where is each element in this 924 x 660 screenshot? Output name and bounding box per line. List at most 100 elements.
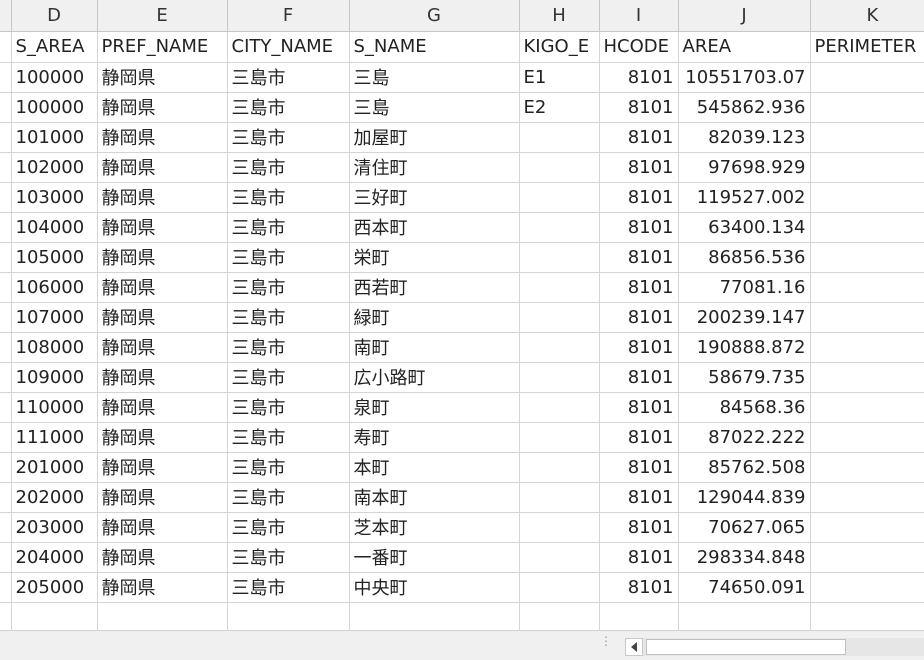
cell[interactable]: 8101 — [599, 62, 679, 93]
cell[interactable] — [349, 602, 520, 630]
cell[interactable]: 74650.091 — [678, 572, 811, 603]
cell[interactable]: 三島市 — [227, 302, 350, 333]
cell[interactable]: 119527.002 — [678, 182, 811, 213]
cell[interactable]: 三好町 — [349, 182, 520, 213]
cell[interactable] — [519, 542, 600, 573]
cell[interactable]: 106000 — [11, 272, 98, 303]
cell[interactable]: 清住町 — [349, 152, 520, 183]
cell[interactable]: 1031.894 — [810, 212, 924, 243]
cell[interactable]: 一番町 — [349, 542, 520, 573]
cell[interactable]: 8101 — [599, 302, 679, 333]
cell[interactable] — [519, 302, 600, 333]
cell[interactable]: 202000 — [11, 482, 98, 513]
cell[interactable]: 静岡県 — [97, 542, 228, 573]
cell[interactable]: 三島市 — [227, 242, 350, 273]
scrollbar-thumb[interactable] — [646, 639, 846, 655]
cell[interactable]: 84568.36 — [678, 392, 811, 423]
cell[interactable] — [519, 332, 600, 363]
cell[interactable]: 緑町 — [349, 302, 520, 333]
cell[interactable]: 103000 — [11, 182, 98, 213]
column-header-f[interactable]: F — [227, 0, 350, 32]
cell-table[interactable]: D E F G H I J K S_AREA PREF_NAME CITY_NA… — [0, 0, 924, 630]
cell[interactable]: 8101 — [599, 452, 679, 483]
cell[interactable] — [519, 212, 600, 243]
cell[interactable]: S_NAME — [349, 31, 520, 63]
cell[interactable]: 静岡県 — [97, 392, 228, 423]
cell[interactable]: 1894.902 — [810, 332, 924, 363]
cell[interactable] — [519, 362, 600, 393]
cell[interactable]: 8101 — [599, 542, 679, 573]
column-header-h[interactable]: H — [519, 0, 600, 32]
cell[interactable]: 58679.735 — [678, 362, 811, 393]
cell[interactable]: 8101 — [599, 482, 679, 513]
column-header-e[interactable]: E — [97, 0, 228, 32]
cell[interactable]: 201000 — [11, 452, 98, 483]
column-header-k[interactable]: K — [810, 0, 924, 32]
cell[interactable]: 栄町 — [349, 242, 520, 273]
cell[interactable]: 1286.043 — [810, 152, 924, 183]
cell[interactable] — [519, 422, 600, 453]
cell[interactable]: 芝本町 — [349, 512, 520, 543]
cell[interactable]: 静岡県 — [97, 452, 228, 483]
cell[interactable]: 110000 — [11, 392, 98, 423]
cell[interactable]: 三島市 — [227, 542, 350, 573]
cell[interactable]: 南本町 — [349, 482, 520, 513]
cell[interactable]: 静岡県 — [97, 152, 228, 183]
cell[interactable]: 中央町 — [349, 572, 520, 603]
cell[interactable] — [519, 272, 600, 303]
cell[interactable]: E1 — [519, 62, 600, 93]
cell[interactable]: 205000 — [11, 572, 98, 603]
cell[interactable]: 8101 — [599, 392, 679, 423]
cell[interactable]: KIGO_E — [519, 31, 600, 63]
cell[interactable]: 8101 — [599, 242, 679, 273]
cell[interactable]: 1289.984 — [810, 392, 924, 423]
cell[interactable]: 87022.222 — [678, 422, 811, 453]
cell[interactable]: 静岡県 — [97, 302, 228, 333]
cell[interactable]: 静岡県 — [97, 362, 228, 393]
cell[interactable]: 西本町 — [349, 212, 520, 243]
cell[interactable]: 104000 — [11, 212, 98, 243]
cell[interactable]: 77081.16 — [678, 272, 811, 303]
cell[interactable] — [519, 242, 600, 273]
cell[interactable]: 63400.134 — [678, 212, 811, 243]
column-header-j[interactable]: J — [678, 0, 811, 32]
cell[interactable]: 静岡県 — [97, 242, 228, 273]
cell[interactable]: 三島市 — [227, 392, 350, 423]
cell[interactable]: 三島市 — [227, 482, 350, 513]
cell[interactable] — [599, 602, 679, 630]
cell[interactable]: 298334.848 — [678, 542, 811, 573]
cell[interactable]: 8101 — [599, 572, 679, 603]
cell[interactable]: 109000 — [11, 362, 98, 393]
cell[interactable]: 8101 — [599, 362, 679, 393]
cell[interactable]: 3616.277 — [810, 92, 924, 123]
cell[interactable] — [519, 152, 600, 183]
cell[interactable]: 1200.965 — [810, 272, 924, 303]
cell[interactable] — [11, 602, 98, 630]
cell[interactable]: 8101 — [599, 152, 679, 183]
scroll-left-button[interactable] — [625, 638, 643, 656]
cell[interactable]: 三島市 — [227, 272, 350, 303]
cell[interactable]: 三島市 — [227, 572, 350, 603]
column-header-d[interactable]: D — [11, 0, 98, 32]
cell[interactable]: 三島市 — [227, 332, 350, 363]
cell[interactable] — [97, 602, 228, 630]
cell[interactable]: 広小路町 — [349, 362, 520, 393]
cell[interactable]: 三島市 — [227, 182, 350, 213]
cell[interactable]: 三島市 — [227, 422, 350, 453]
cell[interactable]: 1258.246 — [810, 452, 924, 483]
cell[interactable]: 70627.065 — [678, 512, 811, 543]
cell[interactable]: 1553.965 — [810, 242, 924, 273]
cell[interactable]: 82039.123 — [678, 122, 811, 153]
cell[interactable]: 200239.147 — [678, 302, 811, 333]
cell[interactable]: 1041.787 — [810, 362, 924, 393]
column-header-i[interactable]: I — [599, 0, 679, 32]
cell[interactable]: PERIMETER — [810, 31, 924, 63]
cell[interactable]: 1600.759 — [810, 182, 924, 213]
spreadsheet-grid[interactable]: D E F G H I J K S_AREA PREF_NAME CITY_NA… — [0, 0, 924, 630]
cell[interactable]: 南町 — [349, 332, 520, 363]
cell[interactable]: 8101 — [599, 92, 679, 123]
cell[interactable]: 86856.536 — [678, 242, 811, 273]
cell[interactable]: 三島市 — [227, 92, 350, 123]
cell[interactable] — [519, 572, 600, 603]
cell[interactable]: 静岡県 — [97, 512, 228, 543]
